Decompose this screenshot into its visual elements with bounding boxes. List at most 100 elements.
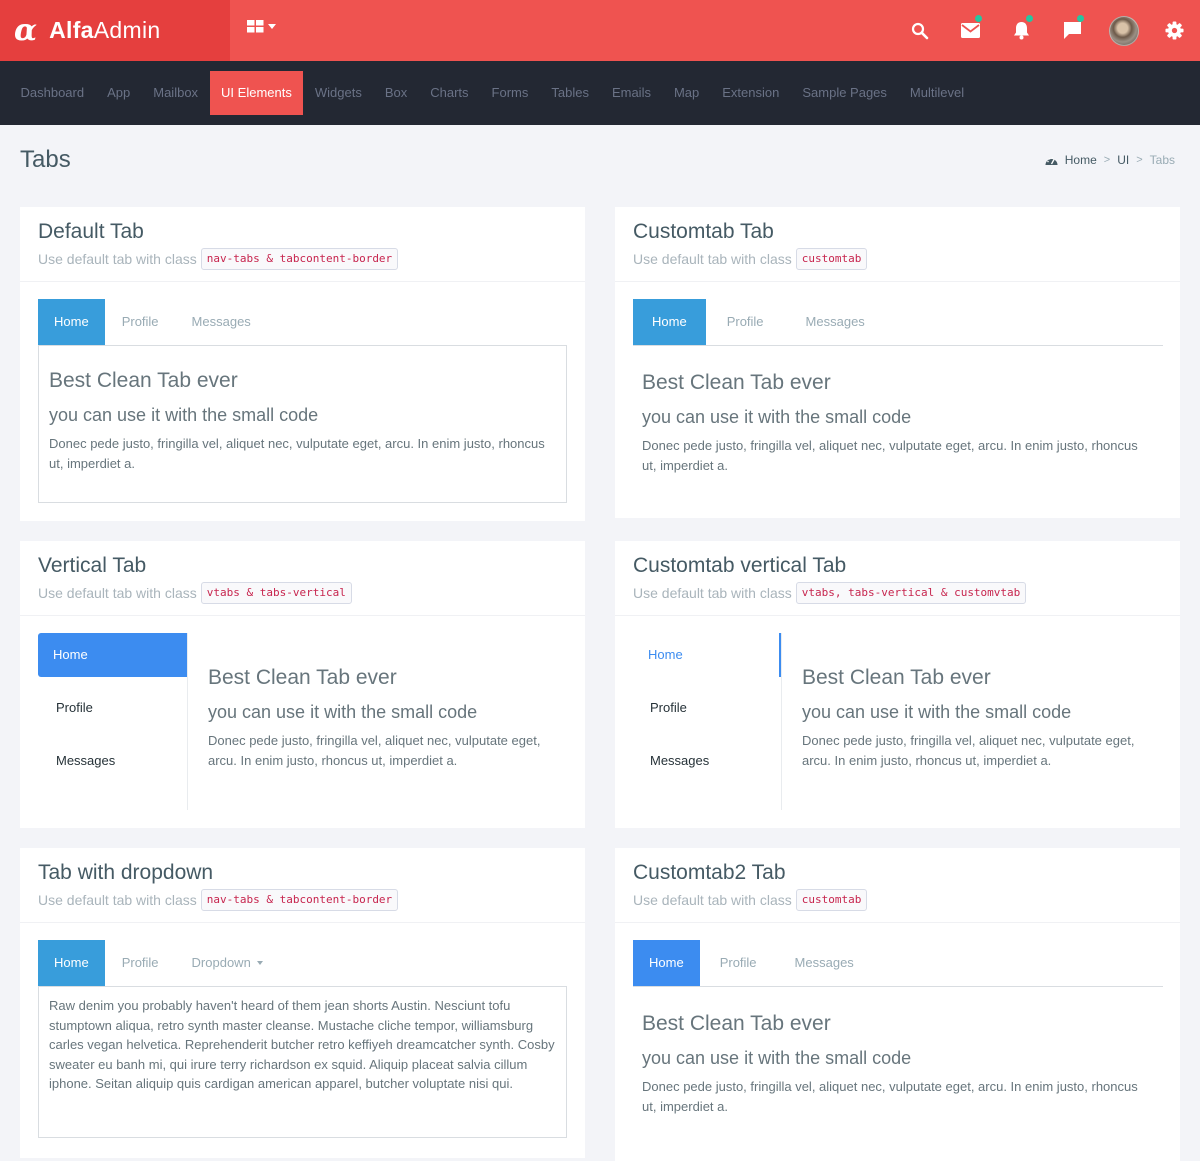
subtitle-text: Use default tab with class [633,585,792,601]
class-code-badge: nav-tabs & tabcontent-border [200,889,399,911]
gear-icon [1165,21,1184,40]
nav-item-box[interactable]: Box [373,71,418,115]
tab-dropdown[interactable]: Dropdown [176,940,279,986]
card-subtitle: Use default tab with class nav-tabs & ta… [38,889,567,911]
tab-messages[interactable]: Messages [176,299,267,345]
settings-button[interactable] [1149,0,1200,61]
mail-button[interactable] [945,0,996,61]
page-title: Tabs [20,146,71,173]
nav-item-tables[interactable]: Tables [540,71,601,115]
nav-item-mailbox[interactable]: Mailbox [142,71,210,115]
card-subtitle: Use default tab with class customtab [633,248,1162,270]
caret-down-icon [256,961,263,965]
customtab-vertical-card: Customtab vertical Tab Use default tab w… [615,541,1180,828]
tab-home[interactable]: Home [38,633,187,677]
tab-subheading: you can use it with the small code [642,1048,912,1068]
top-header: α Alfa Admin [0,0,1200,61]
tab-messages[interactable]: Messages [633,739,781,783]
mail-notification-dot [975,15,982,22]
breadcrumb-separator-icon: > [1103,154,1111,166]
card-header: Customtab vertical Tab Use default tab w… [615,541,1180,616]
class-code-badge: vtabs, tabs-vertical & customvtab [795,582,1027,604]
card-body: Home Profile Dropdown Raw denim you prob… [20,923,585,1156]
tab-messages[interactable]: Messages [785,299,886,345]
card-body: Home Profile Messages Best Clean Tab eve… [615,282,1180,515]
card-body: Home Profile Messages Best Clean Tab eve… [20,616,585,828]
card-title: Customtab Tab [633,220,774,243]
tab-paragraph: Donec pede justo, fringilla vel, aliquet… [49,436,545,471]
apps-menu-button[interactable] [247,20,276,33]
tab-messages[interactable]: Messages [777,940,872,986]
search-button[interactable] [894,0,945,61]
search-icon [911,22,928,39]
tab-subheading: you can use it with the small code [642,407,912,427]
tab-profile[interactable]: Profile [38,686,187,730]
nav-item-multilevel[interactable]: Multilevel [898,71,975,115]
nav-item-forms[interactable]: Forms [480,71,540,115]
subtitle-text: Use default tab with class [633,251,792,267]
card-header: Customtab Tab Use default tab with class… [615,207,1180,282]
vertical-tab-card: Vertical Tab Use default tab with class … [20,541,585,828]
nav-item-sample-pages[interactable]: Sample Pages [791,71,899,115]
nav-item-emails[interactable]: Emails [600,71,662,115]
tab-paragraph: Raw denim you probably haven't heard of … [49,998,555,1091]
card-header: Vertical Tab Use default tab with class … [20,541,585,616]
tab-home[interactable]: Home [38,940,105,986]
nav-item-app[interactable]: App [96,71,142,115]
vertical-tabs: Home Profile Messages Best Clean Tab eve… [38,633,567,810]
default-tab-card: Default Tab Use default tab with class n… [20,207,585,521]
nav-item-dashboard[interactable]: Dashboard [9,71,96,115]
tab-profile[interactable]: Profile [706,299,785,345]
tab-subheading: you can use it with the small code [208,702,478,722]
breadcrumb-ui[interactable]: UI [1117,153,1129,167]
tab-heading: Best Clean Tab ever [208,666,397,689]
nav-item-widgets[interactable]: Widgets [303,71,373,115]
nav-item-ui-elements[interactable]: UI Elements [209,71,304,115]
mail-icon [961,23,980,38]
bell-notification-dot [1026,15,1033,22]
customtab-card: Customtab Tab Use default tab with class… [615,207,1180,518]
alpha-logo-icon: α [14,12,38,48]
tab-content: Best Clean Tab ever you can use it with … [633,986,1163,1138]
vertical-tabs: Home Profile Messages Best Clean Tab eve… [633,633,1162,810]
brand-logo[interactable]: α Alfa Admin [0,0,230,61]
tab-list: Home Profile Messages [38,299,567,345]
class-code-badge: customtab [795,889,868,911]
avatar [1108,15,1139,46]
tab-home[interactable]: Home [38,299,105,345]
tab-home[interactable]: Home [633,633,781,677]
user-profile-button[interactable] [1098,0,1149,61]
tab-subheading: you can use it with the small code [802,702,1072,722]
card-title: Customtab vertical Tab [633,554,847,577]
tab-profile[interactable]: Profile [700,940,777,986]
header-actions [894,0,1200,61]
tab-messages[interactable]: Messages [38,739,187,783]
breadcrumb-home[interactable]: Home [1065,153,1097,167]
messages-button[interactable] [1047,0,1098,61]
tab-list: Home Profile Messages [633,940,1163,986]
breadcrumb-separator-icon: > [1136,154,1143,166]
tab-content: Best Clean Tab ever you can use it with … [782,633,1162,810]
notifications-button[interactable] [996,0,1047,61]
tab-home[interactable]: Home [633,940,700,986]
main-navigation: Dashboard App Mailbox UI Elements Widget… [0,61,1200,125]
tab-content: Best Clean Tab ever you can use it with … [633,345,1163,497]
tab-paragraph: Donec pede justo, fringilla vel, aliquet… [208,733,541,768]
tab-list: Home Profile Messages [633,633,782,810]
card-header: Customtab2 Tab Use default tab with clas… [615,848,1180,923]
tab-profile[interactable]: Profile [633,686,781,730]
tab-content: Raw denim you probably haven't heard of … [38,986,567,1138]
breadcrumb: Home > UI > Tabs [1045,153,1175,167]
tab-profile[interactable]: Profile [105,299,176,345]
customtab2-card: Customtab2 Tab Use default tab with clas… [615,848,1180,1161]
nav-item-charts[interactable]: Charts [419,71,480,115]
tab-paragraph: Donec pede justo, fringilla vel, aliquet… [642,1079,1138,1114]
nav-item-extension[interactable]: Extension [711,71,791,115]
card-subtitle: Use default tab with class vtabs, tabs-v… [633,582,1162,604]
brand-name-light: Admin [93,17,161,43]
tab-home[interactable]: Home [633,299,706,345]
tab-list: Home Profile Messages [38,633,188,810]
tab-profile[interactable]: Profile [105,940,176,986]
card-body: Home Profile Messages Best Clean Tab eve… [615,923,1180,1156]
nav-item-map[interactable]: Map [662,71,710,115]
